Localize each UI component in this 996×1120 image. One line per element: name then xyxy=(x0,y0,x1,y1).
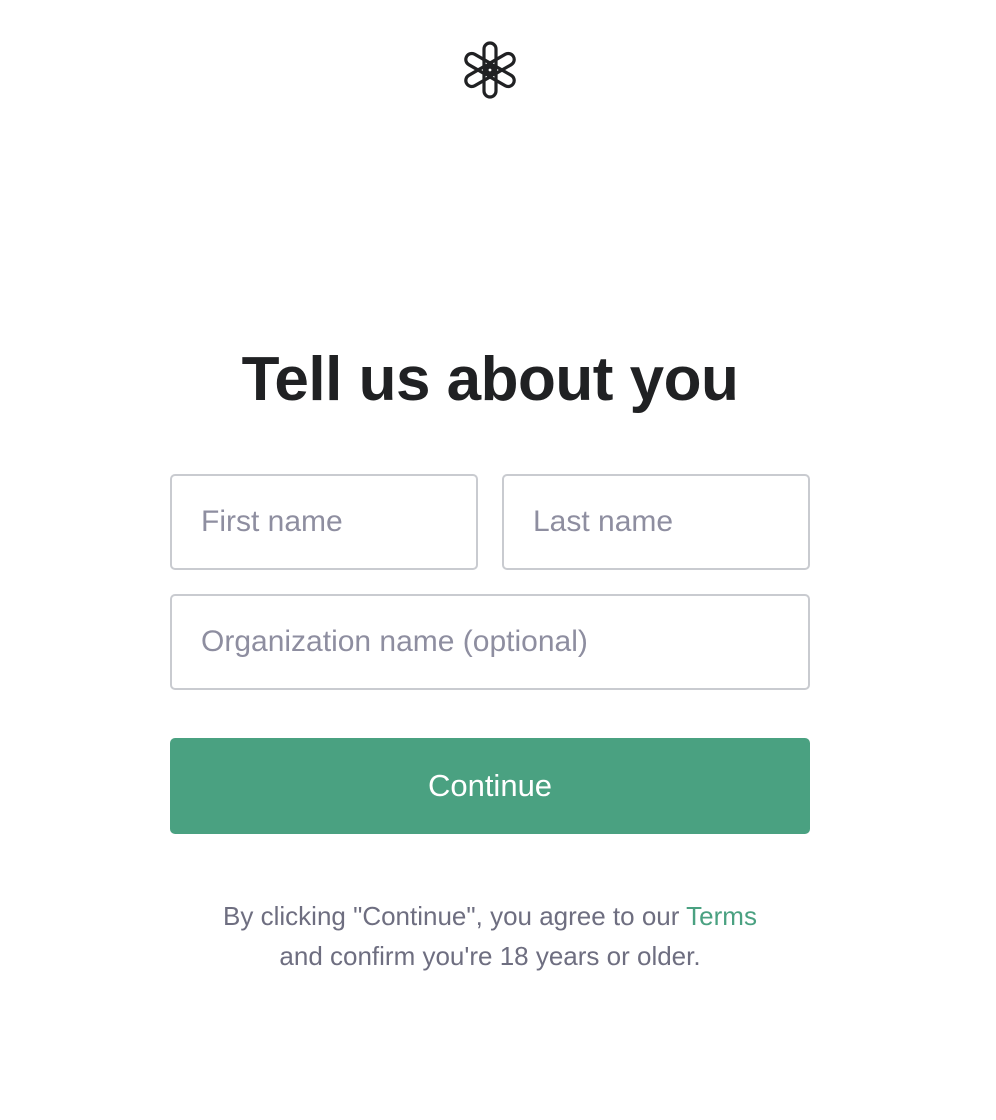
last-name-input[interactable] xyxy=(502,474,810,570)
disclaimer-age-text: and confirm you're 18 years or older. xyxy=(279,941,701,971)
organization-name-input[interactable] xyxy=(170,594,810,690)
openai-logo-icon xyxy=(457,37,523,103)
terms-disclaimer: By clicking "Continue", you agree to our… xyxy=(0,896,980,976)
continue-button[interactable]: Continue xyxy=(170,738,810,834)
page-title: Tell us about you xyxy=(241,345,739,414)
first-name-input[interactable] xyxy=(170,474,478,570)
terms-link[interactable]: Terms xyxy=(686,901,757,931)
disclaimer-text: By clicking "Continue", you agree to our xyxy=(223,901,687,931)
signup-details-page: Tell us about you Continue By clicking "… xyxy=(0,0,996,1120)
